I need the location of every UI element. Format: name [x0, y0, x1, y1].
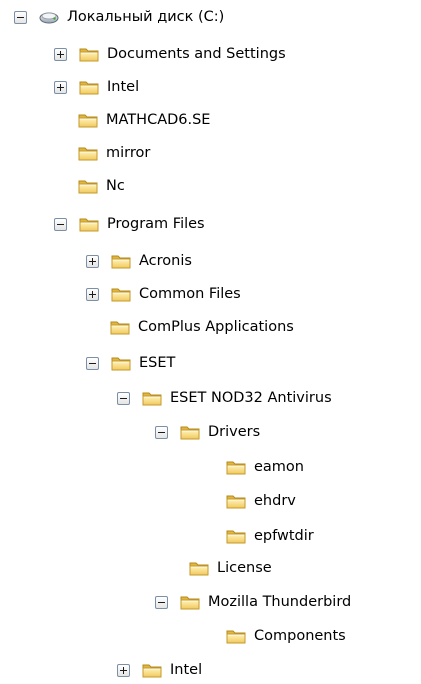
tree-node-label: Intel [170, 662, 203, 678]
folder-icon [109, 316, 131, 338]
folder-icon [225, 490, 247, 512]
tree-node-label: Mozilla Thunderbird [208, 594, 352, 610]
folder-icon [78, 76, 100, 98]
folder-icon [141, 659, 163, 681]
tree-node-label: Documents and Settings [107, 46, 286, 62]
tree-node-label: Components [254, 628, 346, 644]
tree-node-documents-and-settings[interactable]: Documents and Settings [54, 40, 287, 68]
tree-node-drivers[interactable]: Drivers [155, 418, 261, 446]
expand-toggle[interactable] [86, 287, 99, 301]
expand-toggle[interactable] [54, 47, 67, 61]
tree-node-program-files[interactable]: Program Files [54, 210, 206, 238]
tree-node-label: mirror [106, 145, 151, 161]
folder-icon [78, 213, 100, 235]
expand-toggle[interactable] [54, 80, 67, 94]
folder-icon [225, 625, 247, 647]
tree-node-components[interactable]: Components [225, 622, 347, 650]
tree-node-label: Program Files [107, 216, 205, 232]
folder-icon [179, 591, 201, 613]
collapse-toggle[interactable] [86, 356, 99, 370]
tree-node-mirror[interactable]: mirror [77, 139, 151, 167]
collapse-toggle[interactable] [155, 595, 168, 609]
tree-node-intel[interactable]: Intel [54, 73, 140, 101]
tree-node-local-disk[interactable]: Локальный диск (C:) [14, 3, 225, 31]
tree-node-label: epfwtdir [254, 528, 314, 544]
tree-node-mathcad[interactable]: MATHCAD6.SE [77, 106, 211, 134]
tree-node-label: Common Files [139, 286, 241, 302]
tree-node-eamon[interactable]: eamon [225, 453, 305, 481]
tree-node-label: ESET [139, 355, 176, 371]
tree-node-acronis[interactable]: Acronis [86, 247, 193, 275]
folder-tree: Локальный диск (C:) Documents and Settin… [0, 0, 421, 682]
tree-node-label: ESET NOD32 Antivirus [170, 390, 332, 406]
tree-node-label: ComPlus Applications [138, 319, 294, 335]
collapse-toggle[interactable] [117, 391, 130, 405]
tree-node-label: ehdrv [254, 493, 296, 509]
hard-drive-icon [38, 6, 60, 28]
tree-node-license[interactable]: License [188, 554, 273, 582]
tree-node-complus-applications[interactable]: ComPlus Applications [109, 313, 295, 341]
tree-node-label: License [217, 560, 272, 576]
tree-node-label: Локальный диск (C:) [67, 9, 225, 25]
folder-icon [77, 109, 99, 131]
folder-icon [225, 525, 247, 547]
tree-node-label: Intel [107, 79, 140, 95]
collapse-toggle[interactable] [54, 217, 67, 231]
folder-icon [110, 250, 132, 272]
tree-node-eset[interactable]: ESET [86, 349, 176, 377]
folder-icon [179, 421, 201, 443]
folder-icon [77, 142, 99, 164]
tree-node-epfwtdir[interactable]: epfwtdir [225, 522, 315, 550]
folder-icon [110, 352, 132, 374]
collapse-toggle[interactable] [14, 10, 27, 24]
tree-node-label: eamon [254, 459, 304, 475]
tree-node-mozilla-thunderbird[interactable]: Mozilla Thunderbird [155, 588, 352, 616]
tree-node-ehdrv[interactable]: ehdrv [225, 487, 297, 515]
folder-icon [188, 557, 210, 579]
collapse-toggle[interactable] [155, 425, 168, 439]
expand-toggle[interactable] [117, 663, 130, 677]
folder-icon [78, 43, 100, 65]
tree-node-eset-nod32-antivirus[interactable]: ESET NOD32 Antivirus [117, 384, 333, 412]
tree-node-label: Drivers [208, 424, 261, 440]
folder-icon [110, 283, 132, 305]
tree-node-label: Nc [106, 178, 125, 194]
folder-icon [225, 456, 247, 478]
tree-node-common-files[interactable]: Common Files [86, 280, 242, 308]
tree-node-nc[interactable]: Nc [77, 172, 126, 200]
tree-node-label: MATHCAD6.SE [106, 112, 211, 128]
folder-icon [141, 387, 163, 409]
expand-toggle[interactable] [86, 254, 99, 268]
folder-icon [77, 175, 99, 197]
tree-node-label: Acronis [139, 253, 192, 269]
tree-node-intel-program-files[interactable]: Intel [117, 656, 203, 684]
